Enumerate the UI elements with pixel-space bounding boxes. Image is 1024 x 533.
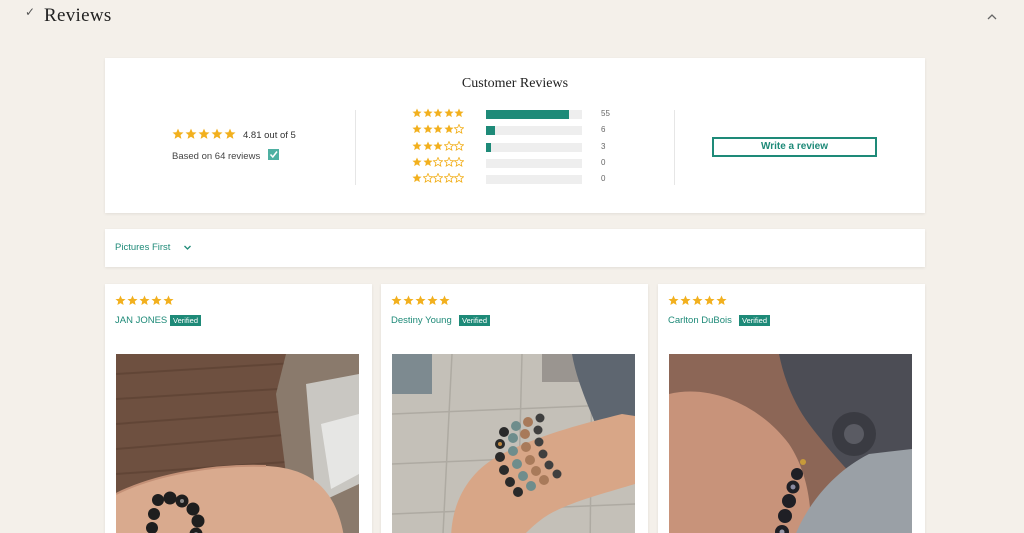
rating-bar-fill (486, 142, 491, 152)
star-filled-icon (127, 295, 138, 305)
verified-badge: Verified (739, 315, 771, 326)
star-filled-icon (412, 108, 422, 118)
star-filled-icon (692, 295, 703, 305)
star-filled-icon (172, 128, 184, 139)
star-empty-icon (454, 124, 464, 135)
star-filled-icon (139, 295, 150, 305)
star-filled-icon (443, 124, 454, 134)
rating-bar-fill (486, 126, 495, 136)
rating-row-3-stars[interactable]: 3 (412, 140, 652, 153)
reviews-section-header[interactable]: ✓ Reviews (0, 0, 1024, 40)
star-filled-icon (427, 295, 438, 305)
star-filled-icon (433, 141, 443, 150)
star-empty-icon (433, 173, 443, 184)
star-empty-icon (454, 156, 464, 167)
review-author: Destiny Young (391, 315, 452, 326)
rating-row-stars (412, 140, 465, 151)
star-filled-icon (412, 173, 422, 183)
review-photo-bracelet-wrist[interactable] (116, 354, 359, 533)
rating-bar-fill (486, 110, 569, 119)
verified-badge: Verified (170, 315, 202, 326)
divider (674, 110, 675, 185)
star-filled-icon (391, 295, 402, 305)
star-filled-icon (454, 108, 464, 118)
rating-row-1-stars[interactable]: 0 (412, 173, 652, 185)
star-filled-icon (115, 295, 126, 305)
chevron-down-icon (184, 245, 191, 250)
star-empty-icon (433, 156, 443, 167)
star-filled-icon (198, 128, 210, 139)
star-filled-icon (412, 124, 422, 134)
review-stars (668, 295, 728, 306)
star-filled-icon (224, 128, 236, 139)
rating-row-5-stars[interactable]: 55 (412, 108, 652, 120)
rating-bar (486, 110, 582, 119)
sort-label: Pictures First (115, 242, 171, 253)
review-stars (115, 295, 175, 306)
review-card: Destiny Young Verified (381, 284, 648, 533)
summary-title: Customer Reviews (461, 76, 569, 91)
star-empty-icon (443, 173, 454, 184)
chevron-up-icon[interactable] (985, 10, 999, 24)
section-title: Reviews (44, 5, 112, 26)
star-empty-icon (443, 140, 454, 151)
star-filled-icon (439, 295, 450, 305)
divider (355, 110, 356, 185)
rating-row-stars (412, 156, 465, 167)
star-filled-icon (422, 108, 433, 118)
star-filled-icon (422, 157, 433, 166)
star-empty-icon (443, 156, 454, 167)
rating-row-stars (412, 173, 465, 184)
rating-count: 0 (601, 174, 606, 184)
rating-row-stars (412, 108, 465, 118)
average-rating-stars (172, 128, 237, 140)
star-filled-icon (403, 295, 414, 305)
rating-row-2-stars[interactable]: 0 (412, 156, 652, 169)
rating-row-4-stars[interactable]: 6 (412, 124, 652, 136)
rating-bar (486, 158, 582, 168)
checkmark-icon: ✓ (25, 5, 36, 19)
rating-bar (486, 126, 582, 136)
star-filled-icon (680, 295, 691, 305)
rating-count: 6 (601, 125, 606, 135)
star-filled-icon (412, 141, 422, 150)
star-filled-icon (211, 128, 223, 139)
reviews-summary-panel: Customer Reviews 4.81 out of 5 Based on … (105, 58, 925, 213)
star-filled-icon (422, 124, 433, 134)
star-filled-icon (412, 157, 422, 166)
star-filled-icon (422, 141, 433, 150)
star-filled-icon (433, 124, 443, 134)
review-card: Carlton DuBois Verified (658, 284, 925, 533)
review-author: Carlton DuBois (668, 315, 732, 326)
star-filled-icon (415, 295, 426, 305)
star-filled-icon (163, 295, 174, 305)
star-filled-icon (443, 108, 454, 118)
rating-bar (486, 142, 582, 152)
review-author: JAN JONES (115, 315, 168, 326)
verified-badge-icon (268, 149, 279, 160)
star-empty-icon (422, 173, 433, 184)
review-card: JAN JONES Verified (105, 284, 372, 533)
star-filled-icon (716, 295, 727, 305)
star-filled-icon (185, 128, 197, 139)
star-filled-icon (433, 108, 443, 118)
review-photo-bracelet-closeup[interactable] (669, 354, 912, 533)
star-empty-icon (454, 140, 464, 151)
write-review-button[interactable]: Write a review (712, 137, 877, 157)
star-filled-icon (151, 295, 162, 305)
star-filled-icon (668, 295, 679, 305)
rating-count: 55 (601, 109, 610, 118)
rating-count: 3 (601, 141, 606, 151)
sort-dropdown[interactable]: Pictures First (105, 229, 925, 267)
rating-count: 0 (601, 157, 606, 167)
rating-row-stars (412, 124, 465, 135)
review-photo-stacked-bracelets[interactable] (392, 354, 635, 533)
rating-bar (486, 175, 582, 185)
review-stars (391, 295, 451, 306)
star-empty-icon (454, 173, 464, 184)
average-rating-text: 4.81 out of 5 (243, 130, 296, 141)
review-count-text: Based on 64 reviews (172, 151, 261, 162)
verified-badge: Verified (459, 315, 491, 326)
star-filled-icon (704, 295, 715, 305)
